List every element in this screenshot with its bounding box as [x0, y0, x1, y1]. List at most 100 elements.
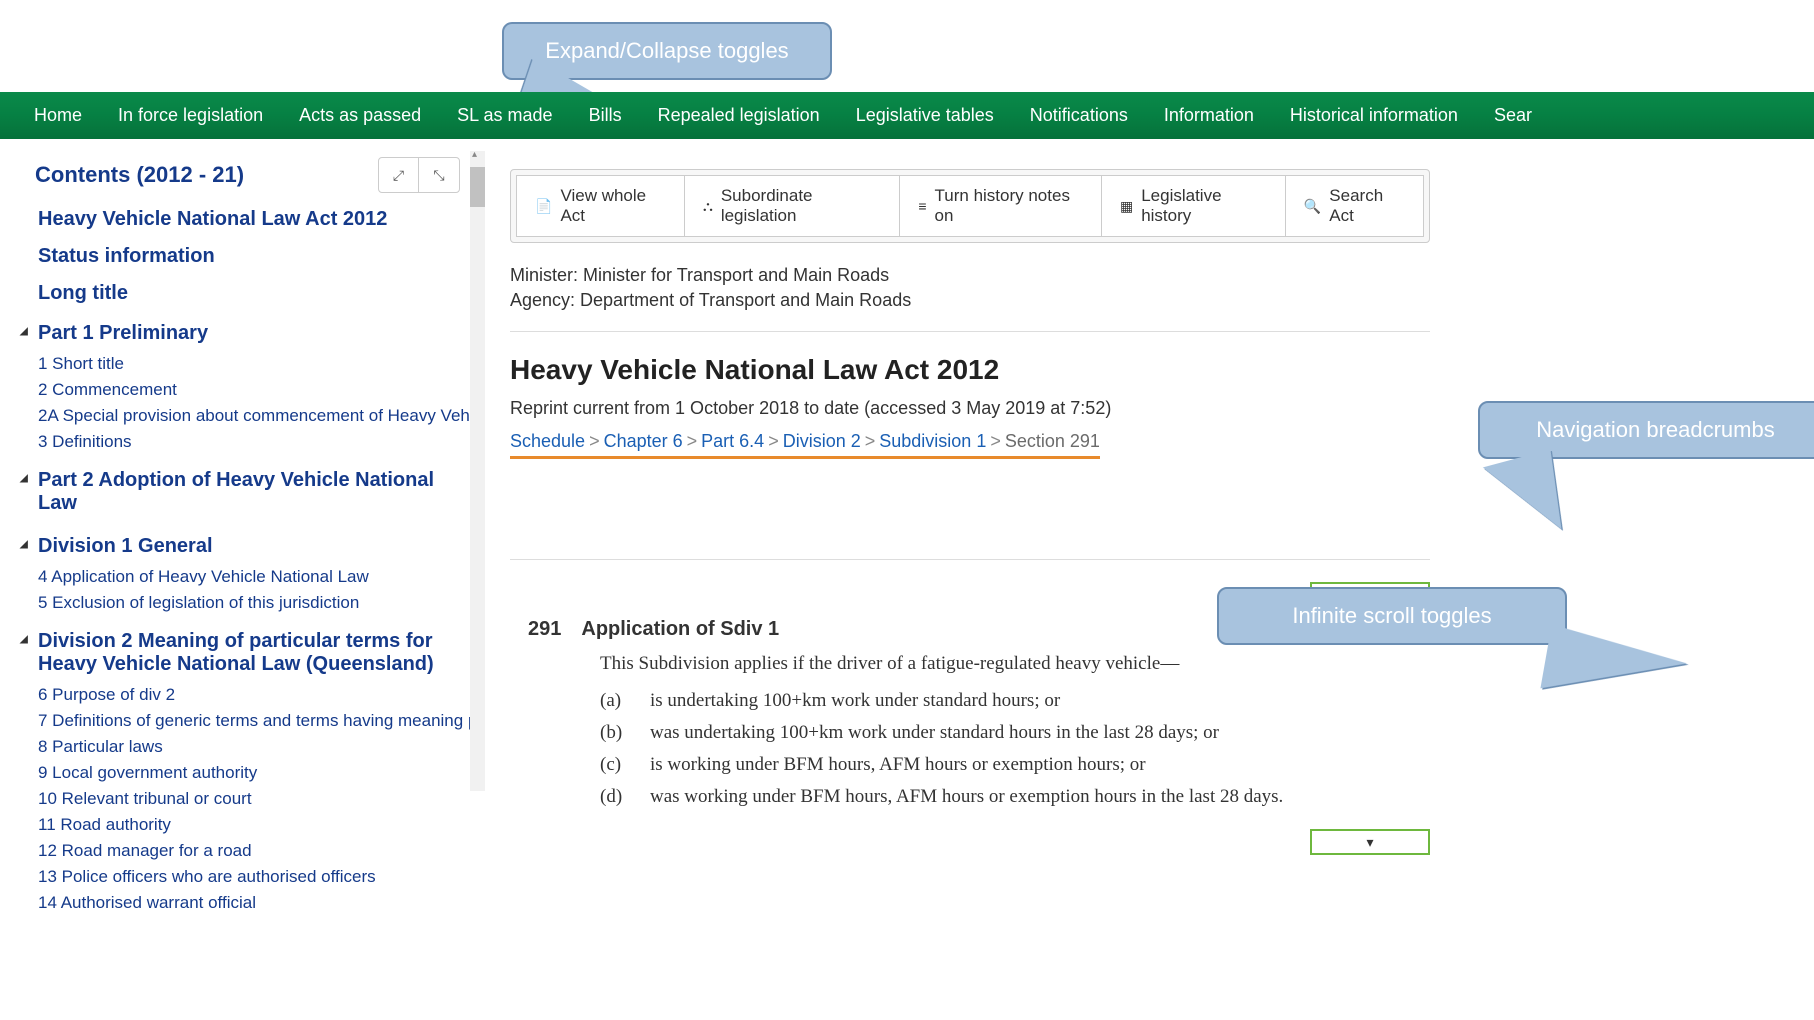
triangle-down-icon: ◢	[20, 539, 28, 550]
toolbar-icon: 🔍	[1304, 198, 1321, 215]
section-list-item: (d)was working under BFM hours, AFM hour…	[600, 781, 1430, 813]
toc-top-link[interactable]: Status information	[20, 238, 490, 275]
toolbar-label: Subordinate legislation	[721, 186, 882, 226]
document-meta: Minister: Minister for Transport and Mai…	[510, 263, 1814, 313]
nav-item[interactable]: Bills	[571, 93, 640, 138]
toolbar-icon: 📄	[535, 198, 552, 215]
breadcrumb-link[interactable]: Division 2	[783, 431, 861, 451]
divider	[510, 331, 1430, 332]
section-list-item: (c) is working under BFM hours, AFM hours…	[600, 749, 1430, 781]
minister-line: Minister: Minister for Transport and Mai…	[510, 263, 1814, 288]
triangle-down-icon: ◢	[20, 326, 28, 337]
contents-header: Contents (2012 - 21) ⤢ ⤡	[20, 149, 490, 201]
toolbar-button[interactable]: ▦ Legislative history	[1102, 175, 1286, 237]
nav-item[interactable]: In force legislation	[100, 93, 281, 138]
list-letter: (a)	[600, 690, 628, 712]
scroll-down-toggle[interactable]: ▾	[1310, 829, 1430, 855]
toc-item[interactable]: 6 Purpose of div 2	[20, 682, 480, 708]
triangle-down-icon: ◢	[20, 473, 28, 484]
section-list-item: (b) was undertaking 100+km work under sta…	[600, 717, 1430, 749]
document-toolbar: 📄 View whole Act ⛬ Subordinate legislation ≡…	[510, 169, 1430, 243]
toolbar-icon: ▦	[1120, 198, 1133, 215]
toolbar-label: View whole Act	[560, 186, 666, 226]
section-list-item: (a) is undertaking 100+km work under stan…	[600, 685, 1430, 717]
breadcrumb-separator: >	[986, 431, 1005, 451]
toolbar-label: Turn history notes on	[935, 186, 1083, 226]
agency-line: Agency: Department of Transport and Main…	[510, 288, 1814, 313]
main-layout: Contents (2012 - 21) ⤢ ⤡ Heavy Vehicle N…	[0, 139, 1814, 1020]
breadcrumb-separator: >	[585, 431, 604, 451]
divider	[510, 559, 1430, 560]
contents-title: Contents (2012 - 21)	[35, 162, 244, 188]
toolbar-label: Search Act	[1329, 186, 1405, 226]
sidebar-scrollbar[interactable]	[470, 151, 485, 791]
toc-item[interactable]: 7 Definitions of generic terms and terms…	[20, 708, 480, 734]
toc-section-title[interactable]: ◢Division 2 Meaning of particular terms …	[20, 624, 460, 682]
contents-sidebar: Contents (2012 - 21) ⤢ ⤡ Heavy Vehicle N…	[0, 139, 490, 1020]
toc-top-link[interactable]: Long title	[20, 275, 490, 312]
list-text: was undertaking 100+km work under standa…	[650, 722, 1219, 744]
toc-section-title[interactable]: ◢Part 1 Preliminary	[20, 316, 460, 351]
toc-item[interactable]: 3 Definitions	[20, 429, 480, 455]
toc-item[interactable]: 14 Authorised warrant official	[20, 890, 480, 916]
nav-item[interactable]: Acts as passed	[281, 93, 439, 138]
toc-item[interactable]: 11 Road authority	[20, 812, 480, 838]
nav-item[interactable]: Legislative tables	[838, 93, 1012, 138]
toc-item[interactable]: 9 Local government authority	[20, 760, 480, 786]
toc-item[interactable]: 5 Exclusion of legislation of this juris…	[20, 590, 480, 616]
breadcrumb-link[interactable]: Subdivision 1	[879, 431, 986, 451]
toc-item[interactable]: 1 Short title	[20, 351, 480, 377]
toc-item[interactable]: 13 Police officers who are authorised of…	[20, 864, 480, 890]
breadcrumb-current: Section 291	[1005, 431, 1100, 451]
toolbar-label: Legislative history	[1141, 186, 1267, 226]
toc-item[interactable]: 10 Relevant tribunal or court	[20, 786, 480, 812]
nav-item[interactable]: Sear	[1476, 93, 1550, 138]
breadcrumb-separator: >	[861, 431, 880, 451]
scrollbar-thumb[interactable]	[470, 167, 485, 207]
toolbar-button[interactable]: ≡ Turn history notes on	[900, 175, 1102, 237]
list-text: was working under BFM hours, AFM hours o…	[650, 786, 1283, 808]
toolbar-icon: ⛬	[703, 198, 713, 215]
top-nav: HomeIn force legislationActs as passedSL…	[0, 92, 1814, 139]
list-text: is working under BFM hours, AFM hours or…	[650, 754, 1146, 776]
toc-item[interactable]: 2 Commencement	[20, 377, 480, 403]
toolbar-icon: ≡	[918, 198, 926, 214]
expand-all-button[interactable]: ⤢	[379, 158, 419, 192]
section-list: (a) is undertaking 100+km work under stan…	[510, 685, 1430, 813]
section-number: 291	[528, 618, 561, 641]
toc-item[interactable]: 2A Special provision about commencement …	[20, 403, 480, 429]
toolbar-button[interactable]: 📄 View whole Act	[516, 175, 685, 237]
section-title: Application of Sdiv 1	[581, 618, 779, 641]
nav-item[interactable]: Repealed legislation	[640, 93, 838, 138]
toc-item[interactable]: 12 Road manager for a road	[20, 838, 480, 864]
nav-item[interactable]: Information	[1146, 93, 1272, 138]
collapse-icon: ⤡	[433, 167, 444, 184]
toolbar-button[interactable]: 🔍 Search Act	[1286, 175, 1424, 237]
callout-infinite-scroll: Infinite scroll toggles	[1217, 587, 1567, 645]
list-letter: (c)	[600, 754, 628, 776]
toolbar-button[interactable]: ⛬ Subordinate legislation	[685, 175, 900, 237]
section-intro: This Subdivision applies if the driver o…	[510, 653, 1430, 675]
nav-item[interactable]: SL as made	[439, 93, 570, 138]
breadcrumb-link[interactable]: Chapter 6	[604, 431, 683, 451]
breadcrumb-link[interactable]: Part 6.4	[701, 431, 764, 451]
list-text: is undertaking 100+km work under standar…	[650, 690, 1060, 712]
toc-section-title[interactable]: ◢Part 2 Adoption of Heavy Vehicle Nation…	[20, 463, 460, 521]
breadcrumb: Schedule>Chapter 6>Part 6.4>Division 2>S…	[510, 431, 1100, 459]
toc-item[interactable]: 4 Application of Heavy Vehicle National …	[20, 564, 480, 590]
collapse-all-button[interactable]: ⤡	[419, 158, 459, 192]
nav-item[interactable]: Home	[16, 93, 100, 138]
toc-section-title[interactable]: ◢Division 1 General	[20, 529, 460, 564]
toc-item[interactable]: 8 Particular laws	[20, 734, 480, 760]
callout-tail	[1483, 449, 1571, 544]
chevron-down-icon: ▾	[1366, 834, 1373, 851]
nav-item[interactable]: Notifications	[1012, 93, 1146, 138]
toc-top-link[interactable]: Heavy Vehicle National Law Act 2012	[20, 201, 490, 238]
callout-tail	[1540, 624, 1689, 712]
callout-breadcrumbs: Navigation breadcrumbs	[1478, 401, 1814, 459]
breadcrumb-link[interactable]: Schedule	[510, 431, 585, 451]
breadcrumb-separator: >	[764, 431, 783, 451]
list-letter: (b)	[600, 722, 628, 744]
nav-item[interactable]: Historical information	[1272, 93, 1476, 138]
document-title: Heavy Vehicle National Law Act 2012	[510, 354, 1814, 386]
